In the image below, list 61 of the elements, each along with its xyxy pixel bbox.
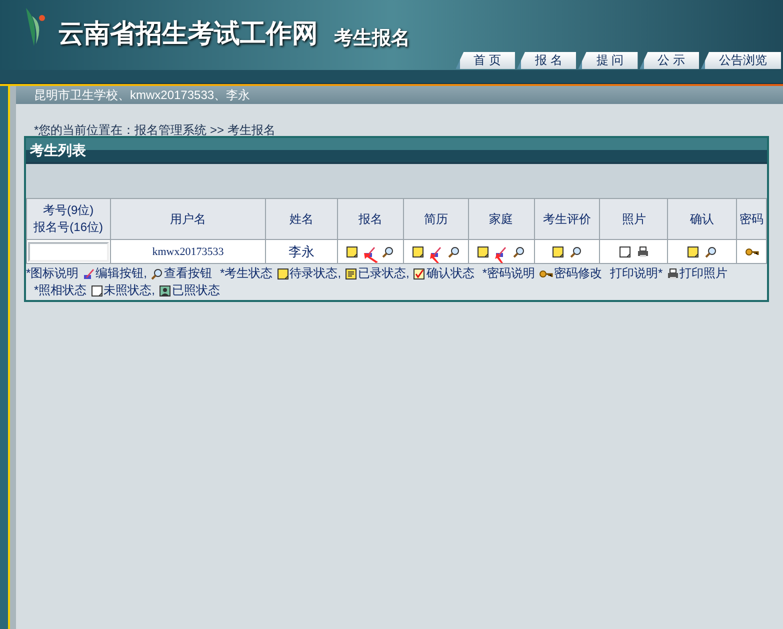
- legend-text: 未照状态,: [104, 282, 156, 299]
- key-icon[interactable]: [744, 246, 759, 258]
- column-header: 简历: [424, 211, 448, 228]
- column-header: 考号(9位) 报名号(16位): [34, 202, 103, 236]
- magnifier-icon[interactable]: [382, 246, 394, 258]
- panel-title: 考生列表: [30, 140, 86, 160]
- legend-text: 已照状态: [172, 282, 220, 299]
- column-header: 照片: [622, 211, 646, 228]
- pending-note-icon: [552, 246, 564, 258]
- legend-text: 待录状态,: [290, 265, 342, 282]
- column-header: 考生评价: [543, 211, 592, 228]
- filled-note-icon: [345, 268, 358, 280]
- legend-text: *密码说明: [482, 265, 536, 282]
- pending-note-icon: [412, 246, 424, 258]
- nav-tab[interactable]: 首 页: [456, 52, 515, 69]
- column-header: 报名: [358, 211, 382, 228]
- page-subtitle: 考生报名: [334, 26, 410, 50]
- pending-note-icon: [477, 246, 490, 258]
- legend-text: *照相状态: [34, 282, 87, 299]
- legend-text: 查看按钮: [164, 265, 212, 282]
- pending-note-icon: [687, 246, 700, 258]
- pending-note-icon: [346, 246, 358, 258]
- legend-text: 密码修改: [554, 265, 602, 282]
- checked-note-icon: [413, 268, 426, 280]
- column-header: 密码: [740, 211, 764, 228]
- portrait-frame-icon: [159, 284, 172, 296]
- legend-text: 打印说明*: [610, 265, 663, 282]
- breadcrumb: *您的当前位置在：报名管理系统 >> 考生报名: [34, 123, 276, 137]
- nav-tab[interactable]: 提 问: [578, 52, 638, 69]
- magnifier-icon[interactable]: [448, 246, 460, 258]
- legend-text: 打印照片: [680, 265, 728, 282]
- column-header: 姓名: [290, 211, 314, 228]
- legend-text: *考生状态: [220, 265, 273, 282]
- column-header: 家庭: [489, 211, 514, 228]
- legend-text: 确认状态: [426, 265, 474, 282]
- nav-tab[interactable]: 公告浏览: [701, 52, 781, 69]
- name-cell: 李永: [288, 244, 315, 259]
- nav-tab[interactable]: 报 名: [516, 52, 576, 69]
- printer-icon[interactable]: [666, 268, 679, 280]
- column-header: 用户名: [170, 211, 206, 228]
- legend-text: 编辑按钮,: [96, 265, 148, 282]
- annotation-arrow: [364, 253, 378, 263]
- magnifier-icon[interactable]: [705, 246, 718, 258]
- magnifier-icon[interactable]: [151, 268, 164, 280]
- nav-tab[interactable]: 公 示: [640, 52, 699, 69]
- key-icon[interactable]: [539, 268, 554, 280]
- printer-icon[interactable]: [636, 246, 649, 258]
- annotation-arrow: [495, 253, 503, 263]
- site-title: 云南省招生考试工作网: [58, 17, 318, 50]
- edit-pencil-icon[interactable]: [82, 268, 95, 280]
- legend-text: *图标说明: [26, 265, 79, 282]
- blank-note-icon: [618, 246, 631, 258]
- username-cell: kmwx20173533: [152, 246, 224, 258]
- annotation-arrow: [430, 253, 439, 263]
- user-info: 昆明市卫生学校、kmwx20173533、李永: [34, 87, 250, 104]
- magnifier-icon[interactable]: [513, 246, 526, 258]
- legend-text: 已录状态,: [358, 265, 410, 282]
- blank-note-icon: [90, 284, 103, 296]
- magnifier-icon[interactable]: [570, 246, 582, 258]
- pending-note-icon: [276, 268, 289, 280]
- column-header: 确认: [690, 211, 714, 228]
